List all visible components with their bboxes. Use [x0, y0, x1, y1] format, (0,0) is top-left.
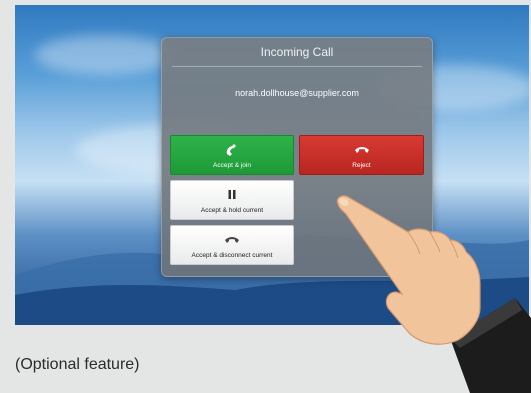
- pointing-hand-illustration: [336, 195, 531, 393]
- reject-button[interactable]: Reject: [299, 135, 424, 175]
- accept-disconnect-label: Accept & disconnect current: [191, 252, 273, 259]
- phone-hangup-icon: [225, 237, 239, 243]
- reject-label: Reject: [352, 162, 371, 169]
- caption: (Optional feature): [15, 356, 140, 373]
- caller-address: norah.dollhouse@supplier.com: [235, 88, 359, 98]
- accept-disconnect-button[interactable]: Accept & disconnect current: [170, 225, 294, 265]
- accept-join-button[interactable]: Accept & join: [170, 135, 294, 175]
- accept-hold-label: Accept & hold current: [200, 207, 264, 214]
- cloud: [35, 35, 175, 75]
- dialog-title: Incoming Call: [260, 45, 334, 59]
- accept-hold-button[interactable]: Accept & hold current: [170, 180, 294, 220]
- divider: [172, 66, 422, 67]
- pause-icon: [228, 190, 236, 199]
- phone-answer-icon: [226, 144, 236, 156]
- phone-hangup-icon: [354, 147, 369, 153]
- accept-join-label: Accept & join: [213, 162, 251, 169]
